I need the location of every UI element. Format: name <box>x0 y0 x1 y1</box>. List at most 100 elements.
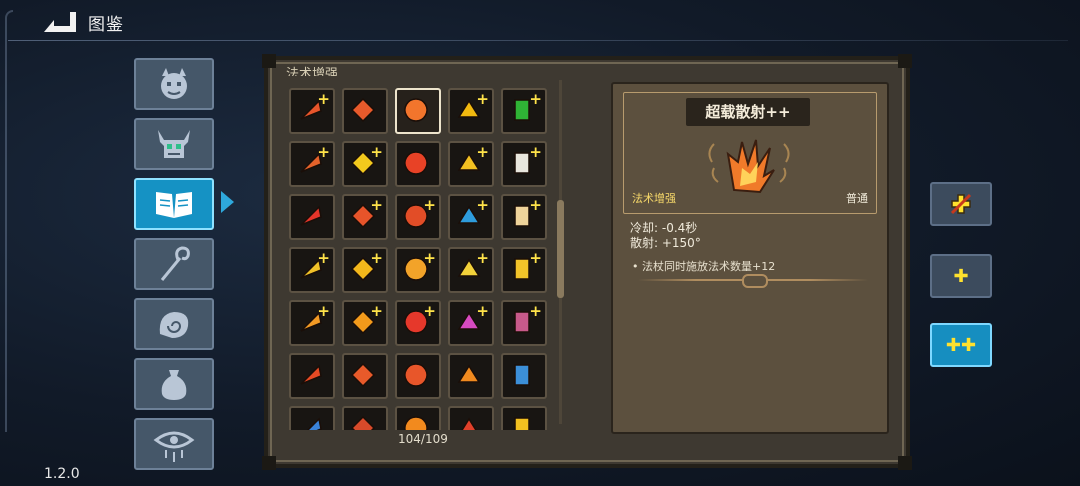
item-cell[interactable]: + <box>342 300 388 346</box>
item-cell[interactable]: + <box>289 141 335 187</box>
version-label: 1.2.0 <box>44 466 80 482</box>
item-cell[interactable] <box>342 406 388 430</box>
cross-ring-icon <box>404 363 428 387</box>
upgrade-plus-icon: + <box>317 90 330 108</box>
item-cell[interactable]: + <box>501 300 547 346</box>
upgrade-plus-icon: + <box>476 90 489 108</box>
item-cell[interactable]: + <box>448 247 494 293</box>
tab-curses[interactable] <box>134 418 214 470</box>
item-cell[interactable]: + <box>395 194 441 240</box>
upgrade-plus-icon: + <box>317 143 330 161</box>
upgrade-plus-icon: + <box>423 249 436 267</box>
level-2-button[interactable]: ✚✚ <box>930 323 992 367</box>
blue-bars-icon <box>306 417 322 430</box>
item-cell[interactable] <box>289 194 335 240</box>
tab-monsters[interactable] <box>134 58 214 110</box>
tab-bosses[interactable] <box>134 118 214 170</box>
item-cell[interactable]: + <box>342 247 388 293</box>
tab-spellbook[interactable] <box>134 178 214 230</box>
open-book-icon <box>156 192 192 218</box>
slashed-plus-icon <box>950 193 972 215</box>
scatter-shot-icon <box>404 98 428 122</box>
grid-section-title: 法术增强 <box>286 67 339 76</box>
item-cell[interactable]: + <box>289 88 335 134</box>
item-cell[interactable] <box>395 353 441 399</box>
vortex-icon <box>514 364 530 386</box>
item-cell[interactable] <box>289 406 335 430</box>
upgrade-plus-icon: + <box>529 143 542 161</box>
panel-corner <box>898 54 912 68</box>
item-category: 法术增强 <box>632 192 676 205</box>
item-rarity: 普通 <box>846 192 868 205</box>
upgrade-plus-icon: + <box>529 249 542 267</box>
pouch-icon <box>161 370 187 400</box>
upgrade-plus-icon: + <box>529 302 542 320</box>
frame-edge <box>5 10 13 432</box>
tab-staffs[interactable] <box>134 238 214 290</box>
demon-face-icon <box>161 68 187 99</box>
staff-icon <box>160 246 190 281</box>
red-spikes-icon <box>461 417 477 430</box>
tab-potions[interactable] <box>134 358 214 410</box>
upgrade-plus-icon: + <box>423 302 436 320</box>
scatter-shot-icon <box>708 139 790 194</box>
item-cell[interactable] <box>501 353 547 399</box>
pause-icon <box>404 151 428 175</box>
item-cell[interactable]: + <box>289 300 335 346</box>
item-cell[interactable]: + <box>395 300 441 346</box>
item-cell[interactable]: + <box>395 247 441 293</box>
item-cell[interactable]: + <box>501 194 547 240</box>
upgrade-plus-icon: + <box>370 249 383 267</box>
item-cell[interactable] <box>289 353 335 399</box>
level-2-label: ✚✚ <box>945 334 977 356</box>
fire-swirl-icon <box>457 364 481 383</box>
level-1-label: ✚ <box>953 265 969 287</box>
flame-ring-icon <box>404 416 428 430</box>
gold-gem-icon <box>514 417 530 430</box>
scrollbar-thumb[interactable] <box>557 200 564 298</box>
item-cell[interactable] <box>395 88 441 134</box>
item-cell[interactable]: + <box>501 141 547 187</box>
stat-spread: 散射: +150° <box>630 236 701 250</box>
item-cell[interactable]: + <box>342 141 388 187</box>
spread-arrows-icon <box>350 97 376 123</box>
item-cell[interactable]: + <box>342 194 388 240</box>
item-cell[interactable] <box>395 406 441 430</box>
item-cell[interactable]: + <box>448 88 494 134</box>
upgrade-plus-icon: + <box>529 90 542 108</box>
active-tab-indicator <box>221 191 234 213</box>
header-divider <box>8 40 1068 41</box>
item-cell[interactable] <box>342 88 388 134</box>
upgrade-plus-icon: + <box>529 196 542 214</box>
item-cell[interactable]: + <box>501 88 547 134</box>
item-cell[interactable]: + <box>289 247 335 293</box>
item-cell[interactable] <box>501 406 547 430</box>
item-cell[interactable] <box>395 141 441 187</box>
top-bar: 图鉴 <box>0 0 1080 40</box>
upgrade-plus-icon: + <box>370 143 383 161</box>
item-cell[interactable] <box>448 406 494 430</box>
upgrade-plus-icon: + <box>423 196 436 214</box>
level-1-button[interactable]: ✚ <box>930 254 992 298</box>
panel-corner <box>262 456 276 470</box>
upgrade-plus-icon: + <box>476 302 489 320</box>
upgrade-plus-icon: + <box>370 196 383 214</box>
item-cell[interactable]: + <box>448 194 494 240</box>
upgrade-plus-icon: + <box>476 249 489 267</box>
tab-relics[interactable] <box>134 298 214 350</box>
level-0-button[interactable] <box>930 182 992 226</box>
panel-corner <box>898 456 912 470</box>
lotus-icon <box>300 364 322 385</box>
upgrade-plus-icon: + <box>317 302 330 320</box>
item-cell[interactable]: + <box>501 247 547 293</box>
item-name: 超载散射++ <box>705 103 791 121</box>
item-cell[interactable] <box>342 353 388 399</box>
item-cell[interactable]: + <box>448 300 494 346</box>
item-grid[interactable]: + + + + + + + + + + + + + + + + + + + + + <box>276 76 560 430</box>
item-cell[interactable]: + <box>448 141 494 187</box>
back-icon[interactable] <box>40 8 78 34</box>
eye-icon <box>153 431 195 462</box>
item-cell[interactable] <box>448 353 494 399</box>
collection-counter: 104/109 <box>398 432 448 446</box>
panel-corner <box>262 54 276 68</box>
